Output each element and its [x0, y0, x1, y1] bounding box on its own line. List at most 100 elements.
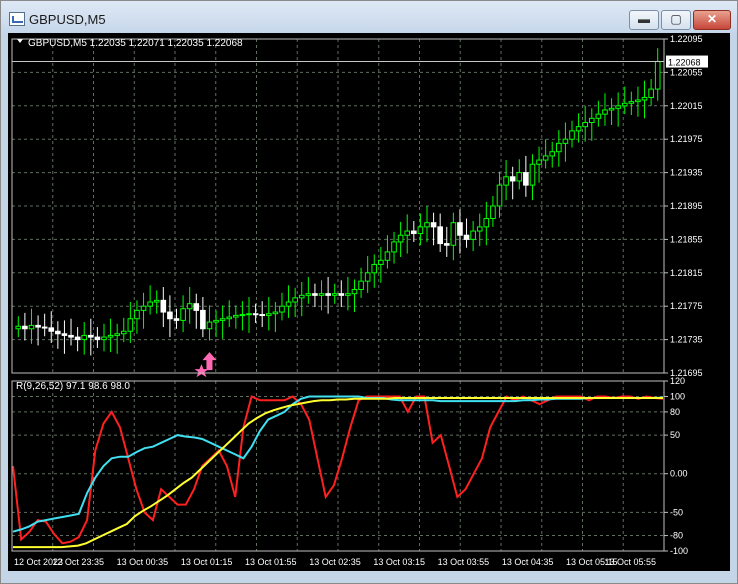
indicator-tick-label: 120: [670, 376, 685, 386]
minimize-button[interactable]: ▬: [629, 10, 659, 30]
candle-body: [615, 105, 621, 109]
indicator-tick-label: -80: [670, 531, 683, 541]
candle-body: [542, 155, 549, 161]
indicator-tick-label: 0.00: [670, 469, 688, 479]
candle-body: [608, 107, 615, 111]
candle-body: [621, 102, 628, 107]
candle-body: [272, 311, 279, 315]
candle-body: [15, 325, 22, 330]
candle-body: [61, 333, 68, 336]
indicator-medium-line: [12, 395, 664, 533]
candle-body: [279, 305, 285, 313]
indicator-tick-label: -50: [670, 507, 683, 517]
candle-body: [305, 293, 312, 296]
candle-body: [226, 316, 233, 320]
candle-body: [160, 299, 167, 313]
close-button[interactable]: ✕: [693, 10, 731, 30]
candle-body: [450, 222, 457, 246]
indicator-tick-label: 80: [670, 407, 680, 417]
candle-body: [120, 330, 127, 335]
candle-body: [648, 88, 654, 98]
maximize-button[interactable]: ▢: [661, 10, 691, 30]
price-tick-label: 1.21855: [670, 234, 703, 244]
candle-body: [292, 297, 298, 303]
candle-body: [127, 318, 134, 332]
buy-arrow-icon: [202, 352, 217, 371]
candle-body: [529, 163, 536, 186]
price-tick-label: 1.21975: [670, 134, 703, 144]
time-axis-label: 13 Oct 04:35: [502, 557, 554, 567]
candle-body: [463, 234, 470, 240]
price-tick-label: 1.22055: [670, 67, 703, 77]
price-tick-label: 1.21775: [670, 301, 703, 311]
candle-body: [74, 336, 81, 341]
time-axis-label: 13 Oct 01:55: [245, 557, 297, 567]
candle-body: [200, 309, 206, 330]
candle-body: [569, 130, 575, 140]
candle-body: [213, 319, 219, 323]
candle-body: [41, 326, 48, 329]
price-grid: [12, 38, 664, 374]
indicator-tick-label: -100: [670, 546, 688, 556]
candle-body: [509, 176, 516, 182]
candle-body: [55, 330, 61, 335]
candle-body: [265, 313, 272, 316]
candle-body: [219, 318, 226, 321]
candle-body: [101, 336, 107, 341]
candle-body: [364, 272, 371, 282]
candle-body: [443, 243, 450, 246]
candle-body: [654, 61, 661, 90]
candle-body: [114, 333, 120, 336]
window-title: GBPUSD,M5: [29, 12, 106, 27]
candle-body: [503, 176, 509, 186]
symbol-dropdown-icon[interactable]: [17, 39, 23, 43]
price-tick-label: 1.21815: [670, 268, 703, 278]
candle-body: [81, 334, 88, 341]
indicator-tick-label: 100: [670, 391, 685, 401]
price-header[interactable]: GBPUSD,M5 1.22035 1.22071 1.22035 1.2206…: [17, 38, 243, 49]
candle-body: [437, 226, 443, 245]
candle-body: [556, 142, 562, 153]
time-axis-label: 13 Oct 05:55: [604, 557, 656, 567]
candle-body: [345, 293, 351, 296]
candle-body: [602, 109, 608, 115]
candle-body: [351, 289, 358, 295]
symbol-header: GBPUSD,M5 1.22035 1.22071 1.22035 1.2206…: [28, 38, 243, 49]
candle-body: [523, 172, 529, 186]
candle-body: [628, 101, 635, 104]
candle-body: [325, 293, 331, 296]
time-axis-label: 13 Oct 03:15: [373, 557, 425, 567]
candle-body: [153, 299, 160, 303]
candle-body: [483, 218, 490, 228]
candle-body: [48, 327, 55, 332]
candle-body: [147, 301, 153, 307]
candle-body: [312, 293, 318, 296]
candle-body: [338, 293, 345, 296]
candle-body: [206, 321, 213, 330]
candle-body: [239, 314, 246, 317]
candle-body: [457, 222, 463, 236]
candle-body: [28, 324, 35, 330]
candle-body: [259, 314, 266, 317]
chart-area[interactable]: 12 Oct 2023 12 Oct 23:35 13 Oct 00:35 13 Oc…: [8, 33, 730, 571]
price-tick-label: 1.21895: [670, 201, 703, 211]
candle-body: [476, 226, 483, 232]
candle-body: [588, 117, 595, 123]
candle-body: [193, 303, 200, 311]
candle-body: [404, 230, 411, 236]
candle-body: [285, 301, 292, 307]
current-price-label: 1.22068: [668, 58, 701, 68]
candle-body: [635, 99, 641, 103]
candle-body: [490, 205, 496, 220]
title-bar[interactable]: GBPUSD,M5 ▬ ▢ ✕: [1, 1, 737, 37]
candle-body: [575, 126, 582, 132]
candle-body: [470, 230, 476, 240]
candle-body: [595, 113, 602, 119]
chart-canvas[interactable]: 12 Oct 202312 Oct 23:35 13 Oct 00:35 13 Oc…: [8, 33, 730, 571]
time-axis-label: 13 Oct 02:35: [309, 557, 361, 567]
candle-body: [173, 318, 180, 321]
candle-body: [397, 234, 404, 243]
candle-body: [22, 325, 28, 330]
candle-body: [391, 241, 397, 253]
candle-body: [417, 226, 424, 235]
